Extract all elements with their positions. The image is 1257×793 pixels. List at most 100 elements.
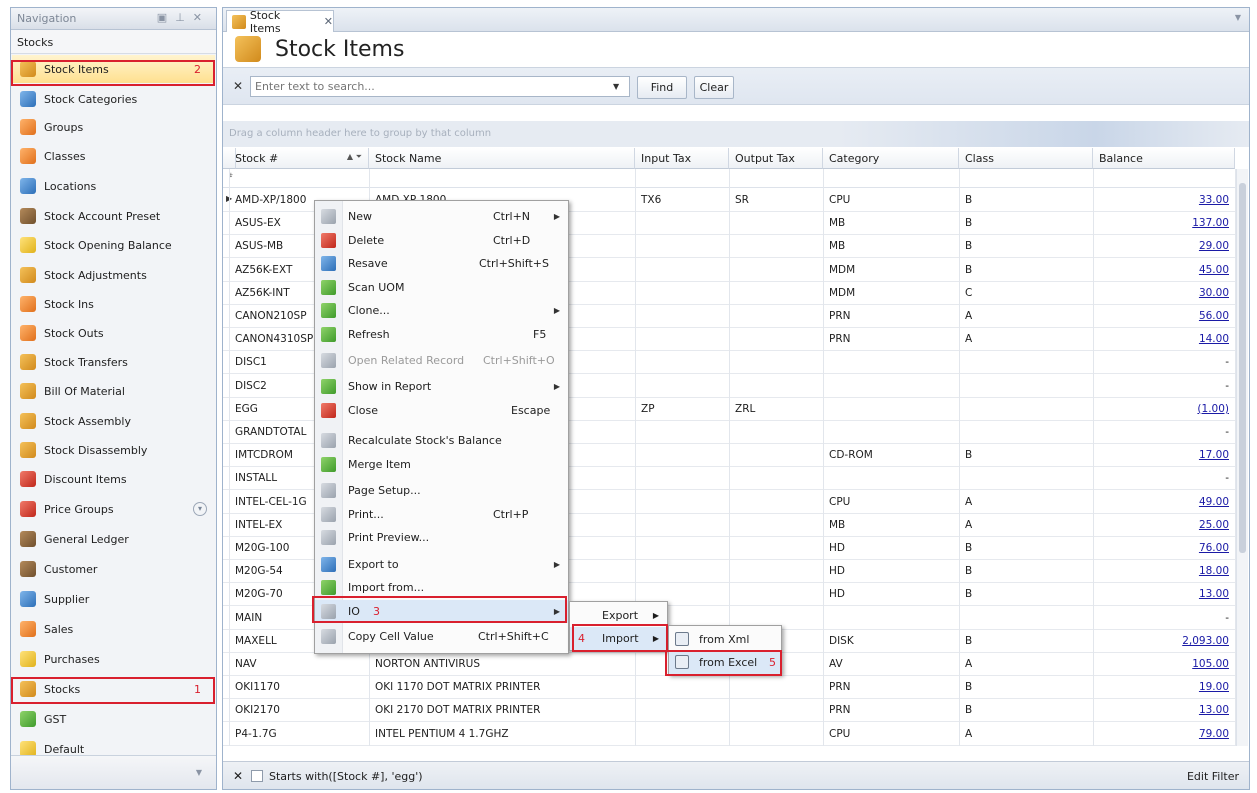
table-cell[interactable]: B bbox=[959, 537, 1093, 560]
table-cell[interactable]: PRN bbox=[823, 328, 959, 351]
balance-link[interactable]: (1.00) bbox=[1197, 403, 1229, 415]
table-cell[interactable]: B bbox=[959, 259, 1093, 282]
nav-module[interactable]: Purchases bbox=[12, 645, 215, 673]
menu-item-export[interactable]: Export ▶ bbox=[570, 604, 667, 627]
table-cell[interactable] bbox=[729, 444, 823, 467]
table-cell[interactable] bbox=[729, 723, 823, 746]
context-menu-item[interactable]: Export to ▶ bbox=[315, 553, 568, 576]
table-cell[interactable]: HD bbox=[823, 560, 959, 583]
tab-stock-items[interactable]: Stock Items ✕ bbox=[226, 9, 334, 35]
tab-dropdown-icon[interactable]: ▼ bbox=[1235, 13, 1241, 22]
table-cell[interactable]: MDM bbox=[823, 282, 959, 305]
context-menu-item[interactable]: Page Setup... bbox=[315, 479, 568, 502]
pin-icon[interactable]: ⊥ bbox=[175, 11, 193, 24]
table-cell[interactable]: B bbox=[959, 189, 1093, 212]
nav-module[interactable]: GST bbox=[12, 705, 215, 733]
nav-item[interactable]: Stock Items 2 bbox=[12, 55, 215, 83]
table-cell[interactable]: INTEL PENTIUM 4 1.7GHZ bbox=[369, 723, 635, 746]
table-cell[interactable]: PRN bbox=[823, 305, 959, 328]
nav-item[interactable]: Stock Transfers bbox=[12, 348, 215, 376]
table-cell[interactable] bbox=[729, 537, 823, 560]
table-cell[interactable]: DISK bbox=[823, 630, 959, 653]
nav-item[interactable]: Bill Of Material bbox=[12, 377, 215, 405]
table-cell[interactable] bbox=[959, 421, 1093, 444]
context-menu-item[interactable]: Scan UOM bbox=[315, 276, 568, 299]
filter-text[interactable]: Starts with([Stock #], 'egg') bbox=[269, 770, 423, 783]
dock-icon[interactable]: ▣ bbox=[157, 11, 175, 24]
balance-link[interactable]: 33.00 bbox=[1199, 194, 1229, 206]
balance-link[interactable]: 25.00 bbox=[1199, 519, 1229, 531]
table-cell[interactable]: ZP bbox=[635, 398, 729, 421]
table-cell[interactable] bbox=[635, 305, 729, 328]
expand-chevron-icon[interactable]: ▾ bbox=[193, 502, 207, 516]
table-cell[interactable]: PRN bbox=[823, 676, 959, 699]
table-cell[interactable]: NAV bbox=[229, 653, 369, 676]
table-cell[interactable]: A bbox=[959, 723, 1093, 746]
scrollbar-thumb[interactable] bbox=[1239, 183, 1246, 553]
balance-link[interactable]: 105.00 bbox=[1192, 658, 1229, 670]
table-cell[interactable]: - bbox=[1093, 607, 1235, 630]
table-cell[interactable]: 29.00 bbox=[1093, 235, 1235, 258]
table-cell[interactable]: CPU bbox=[823, 723, 959, 746]
column-header[interactable]: Category bbox=[823, 148, 959, 169]
table-cell[interactable]: OKI 2170 DOT MATRIX PRINTER bbox=[369, 699, 635, 722]
balance-link[interactable]: 17.00 bbox=[1199, 449, 1229, 461]
nav-item[interactable]: Stock Ins bbox=[12, 290, 215, 318]
table-cell[interactable]: P4-1.7G bbox=[229, 723, 369, 746]
table-cell[interactable] bbox=[729, 282, 823, 305]
table-cell[interactable]: MB bbox=[823, 212, 959, 235]
menu-item-from-xml[interactable]: from Xml bbox=[669, 628, 781, 651]
nav-module[interactable]: Stocks 1 bbox=[12, 675, 215, 703]
column-header[interactable]: Stock # ▲ ⏷ bbox=[229, 148, 369, 169]
balance-link[interactable]: 30.00 bbox=[1199, 287, 1229, 299]
balance-link[interactable]: 19.00 bbox=[1199, 681, 1229, 693]
table-cell[interactable] bbox=[635, 351, 729, 374]
context-menu-item[interactable]: Print Preview... bbox=[315, 526, 568, 549]
table-cell[interactable] bbox=[635, 699, 729, 722]
table-cell[interactable]: C bbox=[959, 282, 1093, 305]
nav-item[interactable]: Stock Assembly bbox=[12, 407, 215, 435]
table-cell[interactable]: B bbox=[959, 560, 1093, 583]
context-menu-item[interactable]: Print... Ctrl+P bbox=[315, 503, 568, 526]
pane-controls[interactable]: ▣⊥✕ bbox=[157, 11, 210, 24]
table-cell[interactable]: 45.00 bbox=[1093, 259, 1235, 282]
table-cell[interactable] bbox=[635, 375, 729, 398]
table-cell[interactable]: 56.00 bbox=[1093, 305, 1235, 328]
find-button[interactable]: Find bbox=[637, 76, 687, 99]
table-cell[interactable] bbox=[823, 398, 959, 421]
table-cell[interactable] bbox=[729, 583, 823, 606]
nav-module[interactable]: Sales bbox=[12, 615, 215, 643]
context-menu-item[interactable]: Recalculate Stock's Balance bbox=[315, 429, 568, 452]
table-cell[interactable] bbox=[635, 421, 729, 444]
table-cell[interactable]: 49.00 bbox=[1093, 491, 1235, 514]
table-cell[interactable]: - bbox=[1093, 351, 1235, 374]
table-cell[interactable]: B bbox=[959, 235, 1093, 258]
table-cell[interactable] bbox=[823, 375, 959, 398]
nav-module[interactable]: Customer bbox=[12, 555, 215, 583]
balance-link[interactable]: 29.00 bbox=[1199, 240, 1229, 252]
filter-enable-checkbox[interactable] bbox=[251, 770, 263, 782]
menu-item-from-excel[interactable]: from Excel 5 bbox=[669, 651, 781, 674]
table-cell[interactable]: B bbox=[959, 676, 1093, 699]
column-header[interactable]: Class bbox=[959, 148, 1093, 169]
table-cell[interactable] bbox=[635, 259, 729, 282]
column-header[interactable]: Input Tax bbox=[635, 148, 729, 169]
balance-link[interactable]: 13.00 bbox=[1199, 588, 1229, 600]
vertical-scrollbar[interactable] bbox=[1236, 169, 1248, 746]
table-cell[interactable] bbox=[959, 375, 1093, 398]
context-menu-item[interactable]: Copy Cell Value Ctrl+Shift+C bbox=[315, 625, 568, 648]
nav-item[interactable]: Classes bbox=[12, 142, 215, 170]
table-cell[interactable]: TX6 bbox=[635, 189, 729, 212]
table-cell[interactable]: - bbox=[1093, 375, 1235, 398]
table-cell[interactable]: B bbox=[959, 699, 1093, 722]
context-menu-item[interactable]: Clone... ▶ bbox=[315, 299, 568, 322]
clear-search-icon[interactable]: ✕ bbox=[233, 79, 243, 93]
close-icon[interactable]: ✕ bbox=[193, 11, 210, 24]
table-cell[interactable] bbox=[729, 514, 823, 537]
edit-filter-button[interactable]: Edit Filter bbox=[1187, 770, 1239, 783]
table-cell[interactable]: PRN bbox=[823, 699, 959, 722]
table-cell[interactable]: HD bbox=[823, 583, 959, 606]
table-cell[interactable]: 19.00 bbox=[1093, 676, 1235, 699]
table-cell[interactable]: 76.00 bbox=[1093, 537, 1235, 560]
balance-link[interactable]: 14.00 bbox=[1199, 333, 1229, 345]
